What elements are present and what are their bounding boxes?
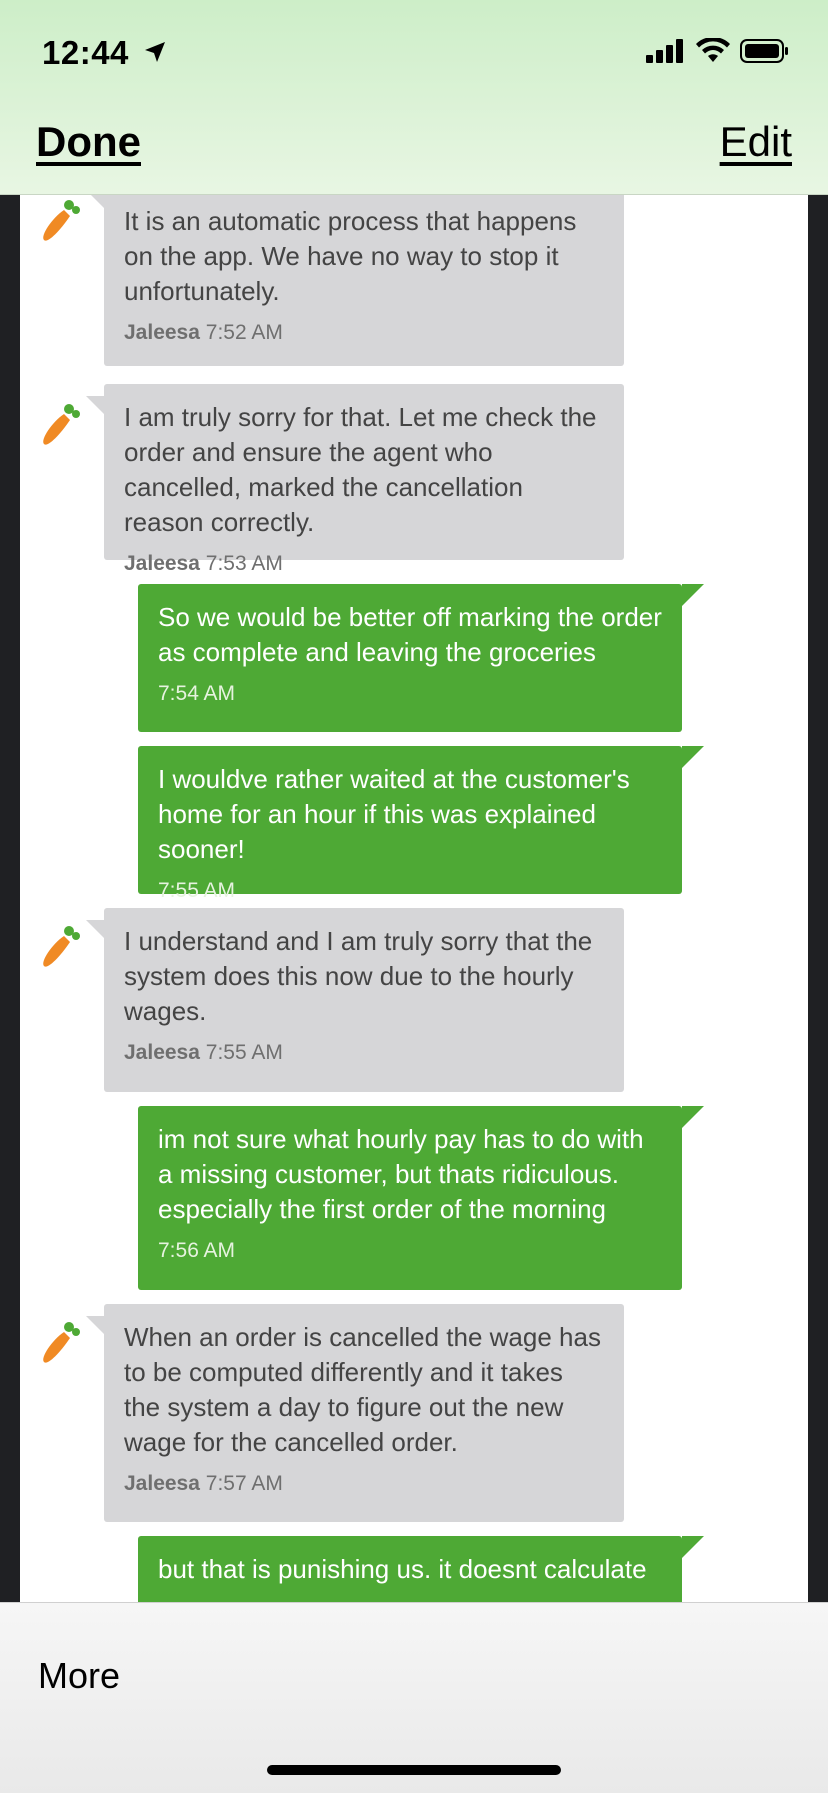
clock-text: 12:44 xyxy=(42,34,129,71)
carrot-avatar-icon xyxy=(36,392,84,450)
message-meta: Jaleesa 7:53 AM xyxy=(124,546,604,581)
top-bar: 12:44 Done Edit xyxy=(0,0,828,195)
message-meta: Jaleesa 7:55 AM xyxy=(124,1035,604,1070)
message-time: 7:54 AM xyxy=(158,682,236,705)
bubble-tail xyxy=(682,746,704,768)
message-row: It is an automatic process that happens … xyxy=(20,194,808,366)
done-button[interactable]: Done xyxy=(36,118,141,166)
message-meta: Jaleesa 7:57 AM xyxy=(124,1466,604,1501)
message-text: I am truly sorry for that. Let me check … xyxy=(124,402,597,537)
carrot-avatar-icon xyxy=(36,1310,84,1368)
agent-message-bubble: I understand and I am truly sorry that t… xyxy=(104,908,624,1092)
message-text: im not sure what hourly pay has to do wi… xyxy=(158,1124,644,1224)
message-row: I wouldve rather waited at the customer'… xyxy=(20,746,808,902)
message-sender: Jaleesa xyxy=(124,1041,200,1064)
signal-icon xyxy=(646,39,686,68)
bubble-tail xyxy=(682,584,704,606)
status-time: 12:44 xyxy=(42,34,167,72)
bubble-tail xyxy=(682,1536,704,1558)
edit-button[interactable]: Edit xyxy=(720,118,792,166)
message-text: but that is punishing us. it doesnt calc… xyxy=(158,1554,647,1584)
message-time: 7:53 AM xyxy=(205,552,283,575)
home-indicator[interactable] xyxy=(267,1765,561,1775)
message-sender: Jaleesa xyxy=(124,321,200,344)
more-button[interactable]: More xyxy=(38,1655,120,1697)
carrot-avatar-icon xyxy=(36,194,84,246)
message-row: When an order is cancelled the wage has … xyxy=(20,1304,808,1522)
my-message-bubble: but that is punishing us. it doesnt calc… xyxy=(138,1536,682,1602)
message-time: 7:55 AM xyxy=(205,1041,283,1064)
message-meta: Jaleesa 7:52 AM xyxy=(124,315,604,350)
message-time: 7:56 AM xyxy=(158,1239,236,1262)
message-row: I understand and I am truly sorry that t… xyxy=(20,908,808,1092)
chat-screenshot[interactable]: It is an automatic process that happens … xyxy=(20,194,808,1602)
message-time: 7:57 AM xyxy=(205,1472,283,1495)
message-sender: Jaleesa xyxy=(124,1472,200,1495)
message-row: but that is punishing us. it doesnt calc… xyxy=(20,1536,808,1602)
message-text: So we would be better off marking the or… xyxy=(158,602,662,667)
message-time: 7:55 AM xyxy=(158,879,236,902)
status-icons xyxy=(646,36,790,69)
carrot-avatar-icon xyxy=(36,914,84,972)
message-row: So we would be better off marking the or… xyxy=(20,584,808,732)
message-row: I am truly sorry for that. Let me check … xyxy=(20,384,808,575)
bubble-tail xyxy=(682,1106,704,1128)
message-time: 7:52 AM xyxy=(205,321,283,344)
my-message-bubble: So we would be better off marking the or… xyxy=(138,584,682,732)
my-message-bubble: I wouldve rather waited at the customer'… xyxy=(138,746,682,902)
battery-icon xyxy=(740,38,790,69)
message-row: im not sure what hourly pay has to do wi… xyxy=(20,1106,808,1290)
agent-message-bubble: It is an automatic process that happens … xyxy=(104,194,624,366)
message-text: I understand and I am truly sorry that t… xyxy=(124,926,593,1026)
agent-message-bubble: I am truly sorry for that. Let me check … xyxy=(104,384,624,575)
message-text: When an order is cancelled the wage has … xyxy=(124,1322,601,1457)
agent-message-bubble: When an order is cancelled the wage has … xyxy=(104,1304,624,1522)
location-arrow-icon xyxy=(143,34,167,72)
wifi-icon xyxy=(696,36,730,69)
message-text: I wouldve rather waited at the customer'… xyxy=(158,764,630,864)
my-message-bubble: im not sure what hourly pay has to do wi… xyxy=(138,1106,682,1290)
message-text: It is an automatic process that happens … xyxy=(124,206,577,306)
bottom-toolbar: More xyxy=(0,1602,828,1793)
message-sender: Jaleesa xyxy=(124,552,200,575)
